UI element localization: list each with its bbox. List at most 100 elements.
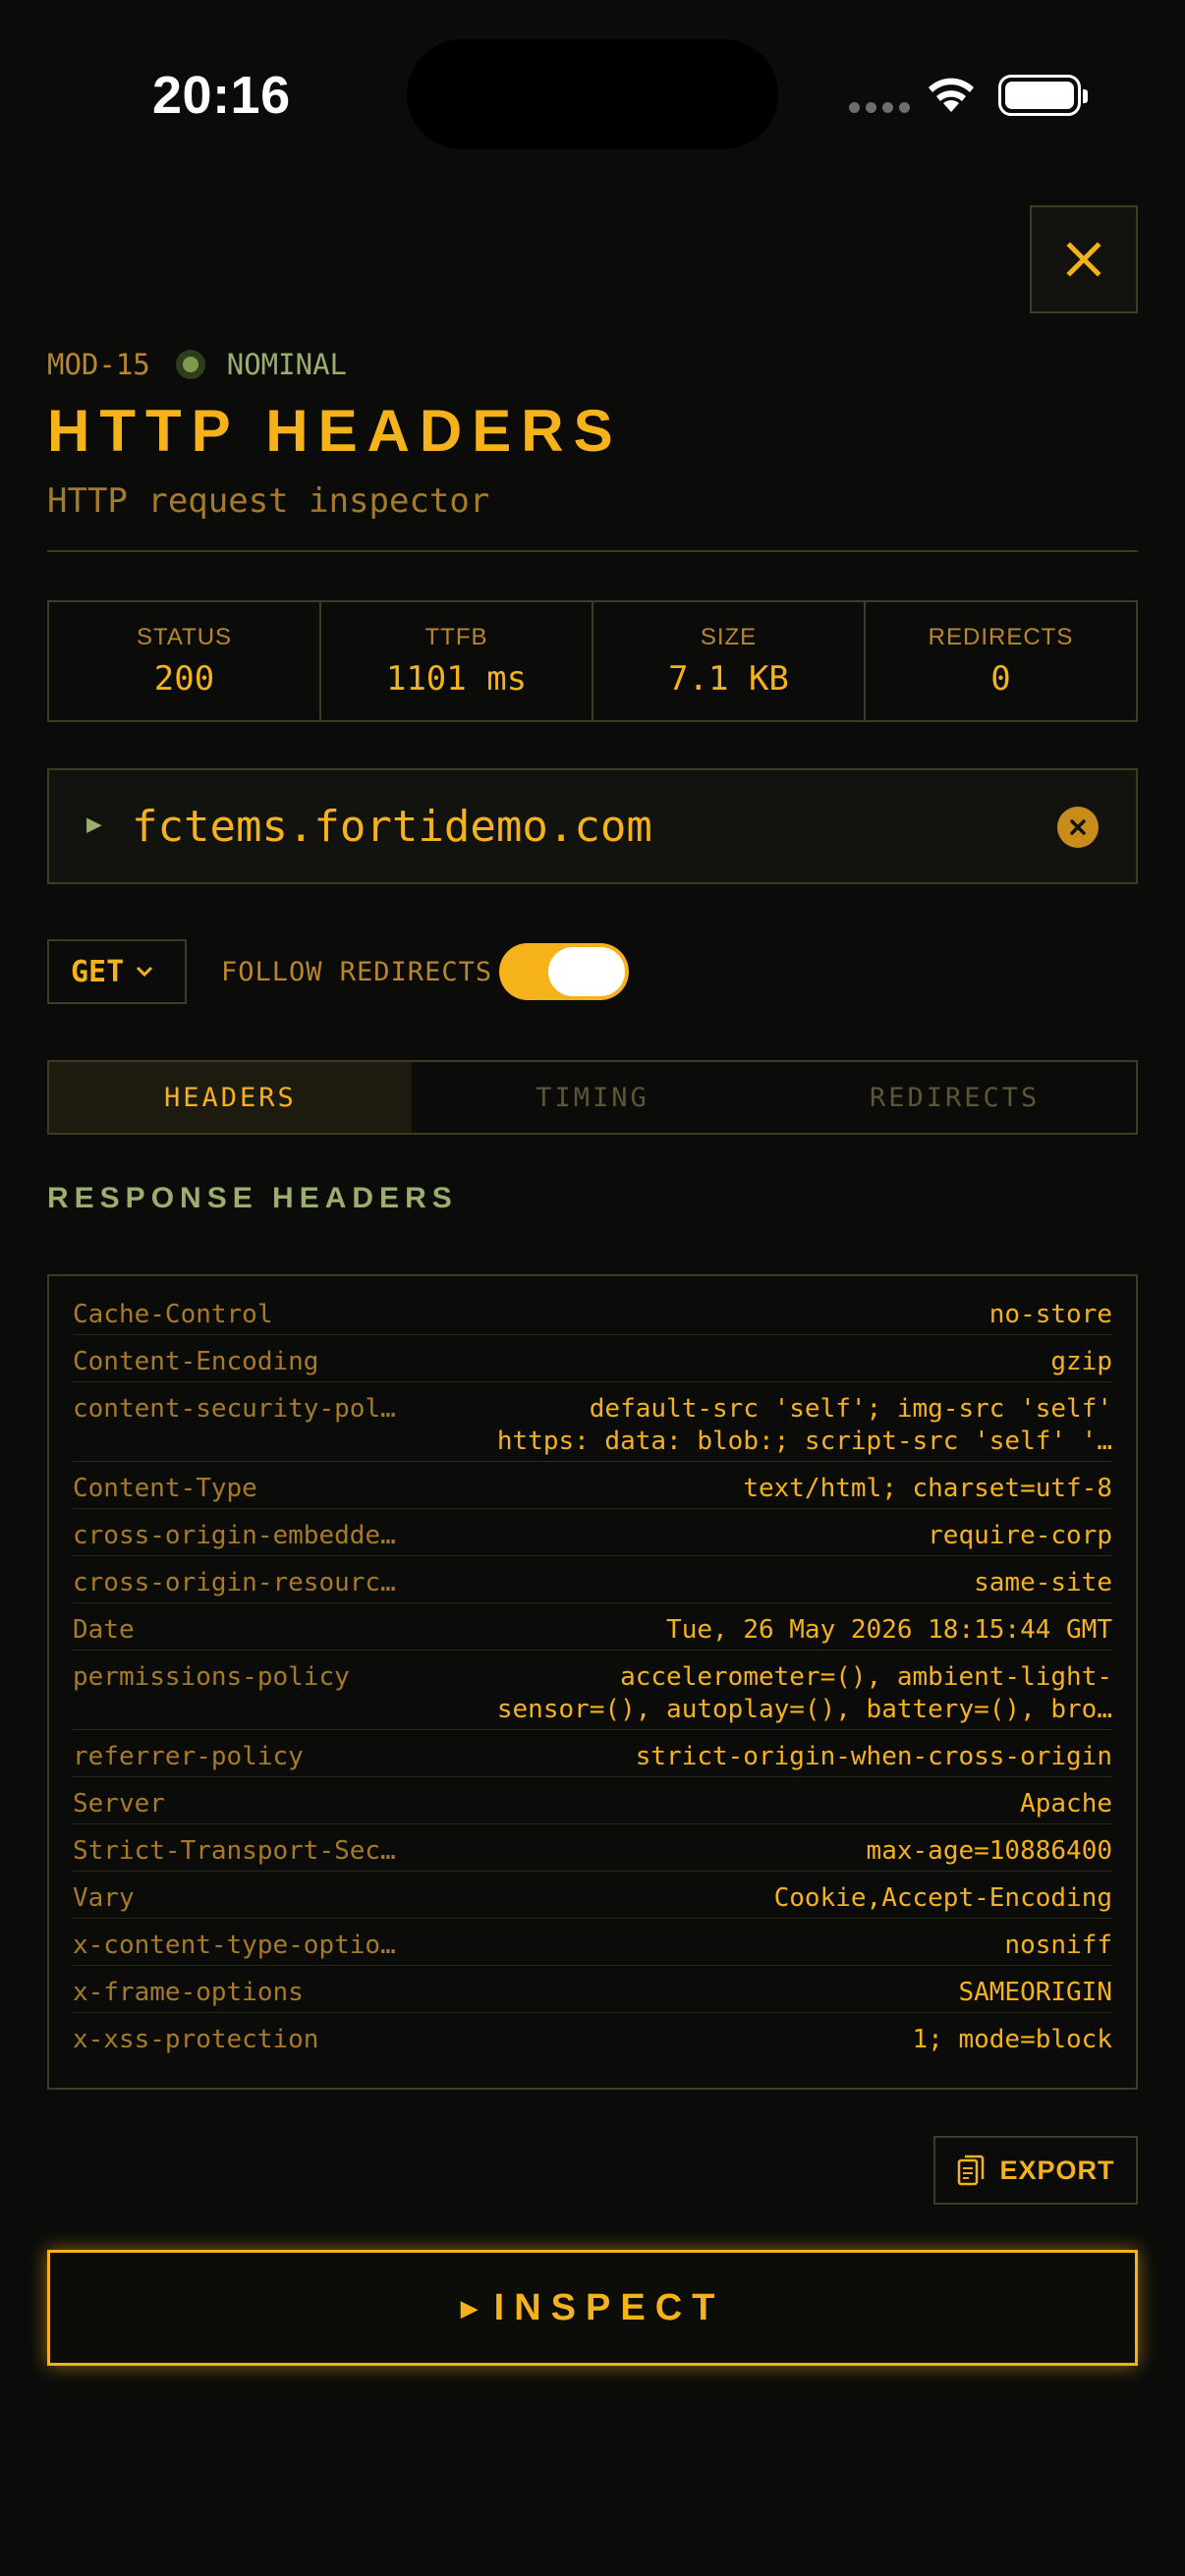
status-dot-icon xyxy=(175,350,205,379)
toggle-knob xyxy=(548,947,625,996)
follow-redirects-label: FOLLOW REDIRECTS xyxy=(221,957,493,987)
header-key: permissions-policy xyxy=(73,1662,350,1692)
dynamic-island xyxy=(407,39,778,149)
header-value-line: Tue, 26 May 2026 18:15:44 GMT xyxy=(666,1615,1112,1645)
clear-circle-icon xyxy=(1070,819,1086,835)
module-state: NOMINAL xyxy=(226,348,347,381)
stat-value: 1101 ms xyxy=(385,659,528,699)
header-key: content-security-pol… xyxy=(73,1394,396,1424)
header-value: nosniff xyxy=(426,1930,1112,1962)
header-value: 1; mode=block xyxy=(426,2024,1113,2056)
header-key: cross-origin-embedde… xyxy=(73,1521,396,1550)
header-value: default-src 'self'; img-src 'self' https:… xyxy=(426,1393,1112,1458)
stat-size: SIZE 7.1 KB xyxy=(593,602,866,720)
url-input-value[interactable]: fctems.fortidemo.com xyxy=(132,802,652,852)
header-value: SAMEORIGIN xyxy=(426,1977,1112,2009)
url-input[interactable]: ▶ fctems.fortidemo.com xyxy=(47,768,1138,884)
header-row: x-frame-options SAMEORIGIN xyxy=(73,1966,1112,2013)
close-icon xyxy=(1066,242,1101,277)
header-value-line: max-age=10886400 xyxy=(866,1836,1112,1866)
response-headers-table: Cache-Control no-store Content-Encoding gzi… xyxy=(47,1274,1138,2090)
header-row: permissions-policy accelerometer=(), ambi… xyxy=(73,1651,1112,1730)
header-key: referrer-policy xyxy=(73,1742,304,1771)
header-value: same-site xyxy=(426,1567,1112,1599)
header-row: x-content-type-optio… nosniff xyxy=(73,1919,1112,1966)
inspect-label: INSPECT xyxy=(493,2286,725,2328)
stat-redirects: REDIRECTS 0 xyxy=(866,602,1136,720)
clear-url-button[interactable] xyxy=(1057,807,1099,848)
header-value: accelerometer=(), ambient-light-sensor=(… xyxy=(426,1661,1112,1726)
header-key: Cache-Control xyxy=(73,1300,273,1329)
header-key: x-frame-options xyxy=(73,1978,304,2007)
header-value: Cookie,Accept-Encoding xyxy=(426,1882,1112,1915)
header-value-line: text/html; charset=utf-8 xyxy=(743,1474,1112,1503)
header-row: Strict-Transport-Sec… max-age=10886400 xyxy=(73,1824,1112,1872)
header-row: Content-Type text/html; charset=utf-8 xyxy=(73,1462,1112,1509)
stat-label: REDIRECTS xyxy=(928,624,1074,650)
stat-label: SIZE xyxy=(700,624,758,650)
section-title: RESPONSE HEADERS xyxy=(47,1182,458,1214)
tab-headers[interactable]: HEADERS xyxy=(49,1062,412,1133)
play-icon: ▶ xyxy=(460,2290,479,2325)
stat-value: 0 xyxy=(990,659,1011,699)
header-value-line: require-corp xyxy=(928,1521,1112,1550)
header-value-line: accelerometer=(), ambient-light- xyxy=(620,1662,1112,1692)
header-value-line: 1; mode=block xyxy=(912,2025,1113,2054)
header-value-line: Apache xyxy=(1020,1789,1112,1819)
stat-value: 7.1 KB xyxy=(668,659,789,699)
close-button[interactable] xyxy=(1030,205,1138,313)
header-value: max-age=10886400 xyxy=(426,1835,1112,1868)
header-value: Tue, 26 May 2026 18:15:44 GMT xyxy=(426,1614,1112,1647)
cellular-signal-icon xyxy=(849,102,910,113)
header-value-line: same-site xyxy=(974,1568,1112,1597)
inspect-button[interactable]: ▶ INSPECT xyxy=(47,2250,1138,2366)
prompt-arrow-icon: ▶ xyxy=(86,810,102,839)
header-row: Date Tue, 26 May 2026 18:15:44 GMT xyxy=(73,1603,1112,1651)
stat-status: STATUS 200 xyxy=(49,602,321,720)
header-key: x-xss-protection xyxy=(73,2025,319,2054)
header-value: text/html; charset=utf-8 xyxy=(426,1473,1112,1505)
header-key: Server xyxy=(73,1789,165,1819)
header-row: Content-Encoding gzip xyxy=(73,1335,1112,1382)
header-row: content-security-pol… default-src 'self';… xyxy=(73,1382,1112,1462)
stat-label: TTFB xyxy=(424,624,488,650)
method-value: GET xyxy=(71,954,125,989)
header-value-line: Cookie,Accept-Encoding xyxy=(773,1883,1112,1913)
tab-redirects[interactable]: REDIRECTS xyxy=(773,1062,1136,1133)
export-button[interactable]: EXPORT xyxy=(933,2136,1138,2205)
chevron-down-icon xyxy=(137,966,153,978)
header-value: Apache xyxy=(426,1788,1112,1820)
page-subtitle: HTTP request inspector xyxy=(47,481,490,521)
header-value: no-store xyxy=(426,1299,1112,1331)
header-row: cross-origin-embedde… require-corp xyxy=(73,1509,1112,1556)
header-row: Server Apache xyxy=(73,1777,1112,1824)
header-key: Vary xyxy=(73,1883,135,1913)
module-status-row: MOD-15 NOMINAL xyxy=(47,348,347,381)
header-key: x-content-type-optio… xyxy=(73,1931,396,1960)
tab-timing[interactable]: TIMING xyxy=(412,1062,774,1133)
header-key: Date xyxy=(73,1615,135,1645)
method-select[interactable]: GET xyxy=(47,939,187,1004)
page-title: HTTP HEADERS xyxy=(47,398,623,464)
header-key: Strict-Transport-Sec… xyxy=(73,1836,396,1866)
stats-panel: STATUS 200 TTFB 1101 ms SIZE 7.1 KB REDI… xyxy=(47,600,1138,722)
header-value-line: default-src 'self'; img-src 'self' xyxy=(589,1394,1112,1424)
header-value: require-corp xyxy=(426,1520,1112,1552)
header-value-line: no-store xyxy=(988,1300,1112,1329)
module-id: MOD-15 xyxy=(47,348,150,381)
stat-ttfb: TTFB 1101 ms xyxy=(321,602,593,720)
header-row: Cache-Control no-store xyxy=(73,1288,1112,1335)
status-time: 20:16 xyxy=(152,66,291,125)
clipboard-icon xyxy=(958,2155,985,2186)
header-value-line: gzip xyxy=(1050,1347,1112,1376)
export-label: EXPORT xyxy=(999,2155,1115,2185)
follow-redirects-toggle[interactable] xyxy=(499,943,629,1000)
header-value-line: SAMEORIGIN xyxy=(958,1978,1112,2007)
status-bar: 20:16 xyxy=(0,0,1185,196)
header-value-line: nosniff xyxy=(1004,1931,1112,1960)
stat-value: 200 xyxy=(153,659,215,699)
header-row: Vary Cookie,Accept-Encoding xyxy=(73,1872,1112,1919)
divider xyxy=(47,550,1138,552)
tab-bar: HEADERS TIMING REDIRECTS xyxy=(47,1060,1138,1135)
header-value: gzip xyxy=(426,1346,1112,1378)
